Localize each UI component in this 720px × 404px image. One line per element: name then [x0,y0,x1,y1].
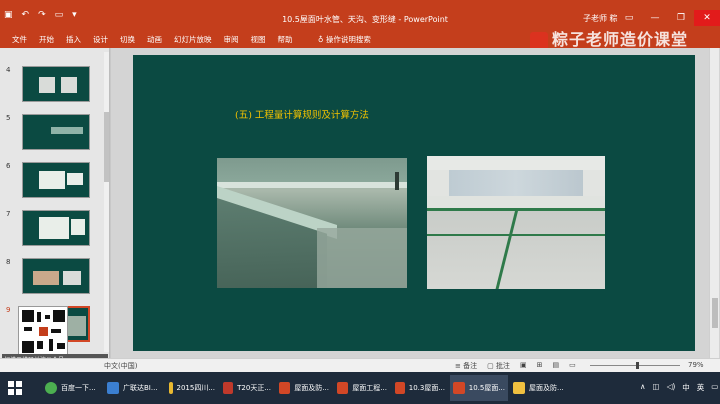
taskbar-item-ppt3[interactable]: 10.3屋面... [392,375,448,401]
quick-access-toolbar: ▣ ↶ ↷ ▭ ▾ [4,10,77,20]
windows-start-icon[interactable] [8,381,22,395]
watermark-text: 粽子老师造价课堂 [552,30,689,49]
thumbnail-number: 7 [6,210,11,218]
powerpoint-icon [395,382,405,394]
notification-icon[interactable]: ▭ [711,382,718,393]
minimize-icon[interactable]: — [642,10,668,26]
tell-me-search[interactable]: ♁ 操作说明搜索 [318,34,371,45]
thumbnail-image [22,114,90,150]
close-icon[interactable]: ✕ [694,10,720,26]
tab-view[interactable]: 视图 [245,34,272,45]
system-tray: ∧ ◫ ◁) 中 英 ▭ [640,382,718,393]
user-name[interactable]: 子老师 粽 [583,13,618,24]
thumbnail-slide-5[interactable]: 5 [0,114,100,152]
tab-file[interactable]: 文件 [6,34,33,45]
tab-slideshow[interactable]: 幻灯片放映 [168,34,218,45]
window-title: 10.5屋面叶水管、天沟、变形缝 - PowerPoint [282,15,448,24]
zoom-slider-thumb[interactable] [635,362,639,369]
taskbar-item-ppt-active[interactable]: 10.5屋面... [450,375,508,401]
ribbon-tabs: 文件 开始 插入 设计 切换 动画 幻灯片放映 审阅 视图 帮助 [6,34,299,45]
thumbnail-image [22,66,90,102]
status-bar: 中文(中国) ≡ 备注 ▢ 批注 ▣ ⊞ ▤ ▭ 79% [0,358,720,372]
thumbnail-slide-8[interactable]: 8 [0,258,100,296]
ribbon-display-icon[interactable]: ▭ [616,10,642,26]
notes-icon: ≡ [455,362,464,370]
roof-parapet-photo[interactable] [217,158,407,288]
window-controls: ▭ — ❐ ✕ [616,10,720,26]
status-controls: ≡ 备注 ▢ 批注 ▣ ⊞ ▤ ▭ [455,361,576,371]
slide-heading[interactable]: (五) 工程量计算规则及计算方法 [235,107,369,121]
taskbar-item-ppt2[interactable]: 屋面工程... [334,375,390,401]
taskbar-item-glodon[interactable]: 广联达BI... [104,375,164,401]
thumbnail-image [22,258,90,294]
tangent-cad-icon [223,382,234,394]
browser-icon [45,382,57,394]
taskbar-item-ppt1[interactable]: 屋面及防... [276,375,332,401]
taskbar-item-browser[interactable]: 百度一下... [42,375,102,401]
reading-view-icon[interactable]: ▤ [552,361,559,371]
thumbnail-number: 6 [6,162,11,170]
tray-expand-icon[interactable]: ∧ [640,382,646,393]
thumbnail-image [22,162,90,198]
thumbnail-slide-7[interactable]: 7 [0,210,100,248]
tab-home[interactable]: 开始 [33,34,60,45]
redo-icon[interactable]: ↷ [38,10,46,20]
lightbulb-icon: ♁ [318,35,326,44]
glodon-icon [107,382,119,394]
tab-design[interactable]: 设计 [87,34,114,45]
thumbnail-number: 8 [6,258,11,266]
comments-button[interactable]: ▢ 批注 [487,361,510,371]
zoom-level[interactable]: 79% [688,361,704,369]
current-slide[interactable]: (五) 工程量计算规则及计算方法 [133,55,695,351]
tab-animations[interactable]: 动画 [141,34,168,45]
ime-indicator[interactable]: 中 [682,382,690,393]
maximize-icon[interactable]: ❐ [668,10,694,26]
powerpoint-icon [453,382,465,394]
comment-icon: ▢ [487,362,496,370]
slideshow-icon[interactable]: ▭ [569,361,576,371]
tab-help[interactable]: 帮助 [272,34,299,45]
slide-editor: (五) 工程量计算规则及计算方法 [111,48,720,358]
zoom-slider[interactable] [590,362,680,369]
editor-scrollbar[interactable] [709,48,719,358]
folder-icon [513,382,525,394]
slide-sorter-icon[interactable]: ⊞ [537,361,543,371]
thumbnail-image [22,210,90,246]
volume-icon[interactable]: ◁) [667,382,676,393]
powerpoint-icon [279,382,291,394]
taskbar: 百度一下... 广联达BI... 2015四川... T20天正... 屋面及防… [0,372,720,404]
powerpoint-icon [337,382,349,394]
watermark-logo-icon [530,31,548,50]
tell-me-label: 操作说明搜索 [325,35,371,44]
normal-view-icon[interactable]: ▣ [520,361,527,371]
notes-button[interactable]: ≡ 备注 [455,361,477,371]
slide-thumbnail-pane: 4 5 6 7 8 9 [0,48,110,365]
taskbar-item-tangent[interactable]: T20天正... [220,375,274,401]
roof-terrace-photo[interactable] [427,156,605,289]
thumbnail-slide-6[interactable]: 6 [0,162,100,200]
folder-icon [169,382,173,394]
language-indicator[interactable]: 中文(中国) [104,361,137,371]
tab-review[interactable]: 审阅 [218,34,245,45]
customize-icon[interactable]: ▾ [72,10,77,20]
save-icon[interactable]: ▣ [4,10,13,20]
present-icon[interactable]: ▭ [55,10,64,20]
taskbar-item-doc[interactable]: 2015四川... [166,375,218,401]
tab-transitions[interactable]: 切换 [114,34,141,45]
watermark: 粽子老师造价课堂 [530,26,688,50]
thumbnail-slide-4[interactable]: 4 [0,66,100,104]
thumbnail-scrollbar[interactable] [104,52,109,352]
undo-icon[interactable]: ↶ [22,10,30,20]
network-icon[interactable]: ◫ [653,382,660,393]
thumbnail-number: 4 [6,66,11,74]
thumbnail-number: 5 [6,114,11,122]
qr-code [18,306,68,356]
ime-mode[interactable]: 英 [697,382,705,393]
taskbar-item-folder[interactable]: 屋面及防... [510,375,568,401]
tab-insert[interactable]: 插入 [60,34,87,45]
thumbnail-number: 9 [6,306,11,314]
